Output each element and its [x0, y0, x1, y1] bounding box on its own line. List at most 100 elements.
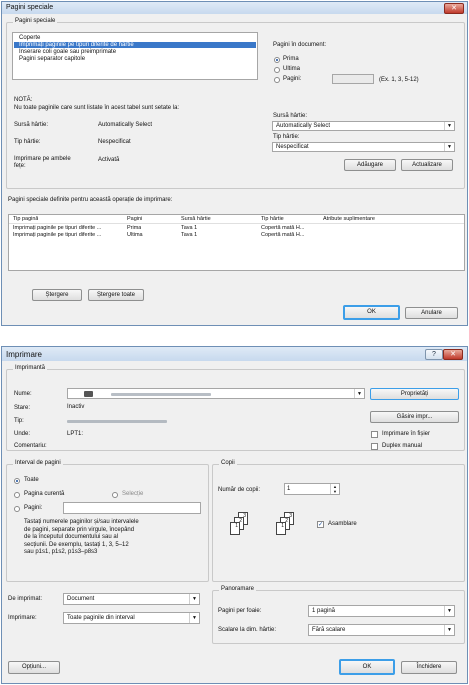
- options-button[interactable]: Opțiuni...: [8, 661, 60, 674]
- type-label: Tip:: [14, 418, 24, 424]
- setting-value: Nespecificat: [98, 139, 131, 145]
- range-help-line: secțiunii. De exemplu, tastați 1, 3, 5–1…: [24, 541, 129, 548]
- range-pages-input[interactable]: [63, 502, 201, 514]
- find-printer-button[interactable]: Găsire impr...: [370, 411, 459, 423]
- pages-input[interactable]: [332, 74, 374, 84]
- list-item[interactable]: Coperte: [19, 35, 40, 41]
- printer-name-select[interactable]: ▼: [67, 388, 365, 399]
- note-text: Nu toate paginile care sunt listate în a…: [14, 105, 180, 111]
- list-item[interactable]: Pagini separator capitole: [19, 56, 85, 62]
- column-header[interactable]: Tip hârtie: [261, 216, 284, 222]
- scale-select[interactable]: Fără scalare ▼: [308, 624, 455, 636]
- comment-label: Comentariu:: [14, 443, 47, 449]
- column-header[interactable]: Atribute suplimentare: [323, 216, 375, 222]
- printer-name-redacted: [111, 393, 211, 396]
- print-select[interactable]: Toate paginile din interval ▼: [63, 612, 200, 624]
- close-icon[interactable]: ✕: [443, 349, 463, 360]
- table-header: Tip pagină Pagini Sursă hârtie Tip hârti…: [9, 216, 464, 224]
- close-icon[interactable]: ✕: [444, 3, 464, 14]
- print-what-select[interactable]: Document ▼: [63, 593, 200, 605]
- range-selection-radio[interactable]: [112, 492, 118, 498]
- range-selection-label: Selecție: [122, 491, 144, 497]
- page-type-list[interactable]: Coperte Imprimați paginile pe tipuri dif…: [12, 32, 258, 80]
- delete-all-button[interactable]: Ștergere toate: [88, 289, 144, 301]
- collate-checkbox[interactable]: ✓: [317, 521, 324, 528]
- pages-per-sheet-select[interactable]: 1 pagină ▼: [308, 605, 455, 617]
- table-row[interactable]: Imprimați paginile pe tipuri diferite ..…: [9, 232, 464, 239]
- list-item-selected[interactable]: Imprimați paginile pe tipuri diferite de…: [14, 42, 256, 48]
- where-label: Unde:: [14, 431, 31, 437]
- pages-per-sheet-value: 1 pagină: [312, 608, 336, 614]
- printer-icon: [84, 391, 93, 397]
- scale-value: Fără scalare: [312, 627, 346, 633]
- special-pages-table[interactable]: Tip pagină Pagini Sursă hârtie Tip hârti…: [8, 214, 465, 271]
- printer-type-redacted: [67, 420, 167, 423]
- ok-button[interactable]: OK: [343, 305, 400, 320]
- ok-button[interactable]: OK: [339, 659, 395, 675]
- cell-paper-source: Tava 1: [181, 225, 198, 231]
- pages-in-document-label: Pagini în document:: [273, 42, 327, 48]
- close-button[interactable]: Închidere: [401, 661, 457, 674]
- name-label: Nume:: [14, 391, 32, 397]
- page-icon: 1: [276, 522, 286, 535]
- setting-label: Imprimare pe ambele fețe:: [14, 156, 71, 169]
- copies-value: 1: [287, 486, 291, 492]
- paper-type-label: Tip hârtie:: [273, 134, 300, 140]
- range-pages-radio[interactable]: [14, 506, 20, 512]
- range-current-radio[interactable]: [14, 492, 20, 498]
- print-label: Imprimare:: [8, 615, 37, 621]
- status-value: Inactiv: [67, 404, 85, 410]
- printer-group: Imprimantă: [6, 365, 465, 451]
- update-button[interactable]: Actualizare: [401, 159, 453, 171]
- paper-type-value: Nespecificat: [276, 144, 309, 150]
- print-value: Toate paginile din interval: [67, 615, 135, 621]
- cell-paper-source: Tava 1: [181, 232, 198, 238]
- column-header[interactable]: Tip pagină: [13, 216, 38, 222]
- copies-input[interactable]: 1 ▲ ▼: [284, 483, 340, 495]
- print-to-file-checkbox[interactable]: [371, 431, 378, 438]
- chevron-down-icon: ▼: [354, 389, 364, 398]
- group-title: Imprimantă: [13, 365, 48, 371]
- copies-spin[interactable]: ▲ ▼: [330, 484, 339, 494]
- range-current-label: Pagina curentă: [24, 491, 65, 497]
- group-title: Interval de pagini: [13, 460, 63, 466]
- range-help-line: Tastați numerele paginilor și/sau interv…: [24, 519, 139, 525]
- range-pages-label: Pagini:: [24, 505, 43, 511]
- manual-duplex-checkbox[interactable]: [371, 443, 378, 450]
- column-header[interactable]: Sursă hârtie: [181, 216, 211, 222]
- range-help-line: sau p1s1, p1s2, p1s3–p8s3: [24, 549, 98, 555]
- last-page-label: Ultima: [283, 66, 301, 72]
- paper-source-select[interactable]: Automatically Select ▼: [272, 121, 455, 131]
- table-row[interactable]: Imprimați paginile pe tipuri diferite ..…: [9, 225, 464, 232]
- column-header[interactable]: Pagini: [127, 216, 142, 222]
- print-what-label: De imprimat:: [8, 596, 43, 602]
- cell-pages: Prima: [127, 225, 142, 231]
- list-item[interactable]: Inserare coli goale sau preimprimate: [19, 49, 116, 55]
- scale-label: Scalare la dim. hârtie:: [218, 627, 277, 633]
- pages-radio[interactable]: [274, 77, 280, 83]
- dialog-title: Pagini speciale: [6, 4, 54, 11]
- pages-example: (Ex. 1, 3, 5-12): [379, 77, 419, 83]
- special-pages-dialog: Pagini speciale ✕ Pagini speciale Copert…: [1, 1, 468, 326]
- dialog-title: Imprimare: [6, 350, 43, 359]
- range-all-radio[interactable]: [14, 478, 20, 484]
- delete-button[interactable]: Ștergere: [32, 289, 82, 301]
- defined-pages-label: Pagini speciale definite pentru această …: [8, 197, 173, 203]
- first-page-radio[interactable]: [274, 57, 280, 63]
- copies-label: Număr de copii:: [218, 487, 261, 493]
- print-dialog: Imprimare ? ✕ Imprimantă Nume: ▼ Stare: …: [1, 346, 468, 684]
- last-page-radio[interactable]: [274, 67, 280, 73]
- help-icon[interactable]: ?: [425, 349, 443, 360]
- setting-label: Tip hârtie:: [14, 139, 41, 145]
- group-title: Panoramare: [219, 586, 257, 592]
- properties-button[interactable]: Proprietăți: [370, 388, 459, 400]
- add-button[interactable]: Adăugare: [344, 159, 396, 171]
- group-title: Pagini speciale: [13, 18, 58, 24]
- range-help-line: de pagini, separate prin virgule, începâ…: [24, 526, 135, 533]
- print-what-value: Document: [67, 596, 95, 602]
- paper-type-select[interactable]: Nespecificat ▼: [272, 142, 455, 152]
- group-title: Copii: [219, 460, 237, 466]
- cancel-button[interactable]: Anulare: [405, 307, 458, 319]
- chevron-down-icon: ▼: [444, 606, 454, 616]
- first-page-label: Prima: [283, 56, 299, 62]
